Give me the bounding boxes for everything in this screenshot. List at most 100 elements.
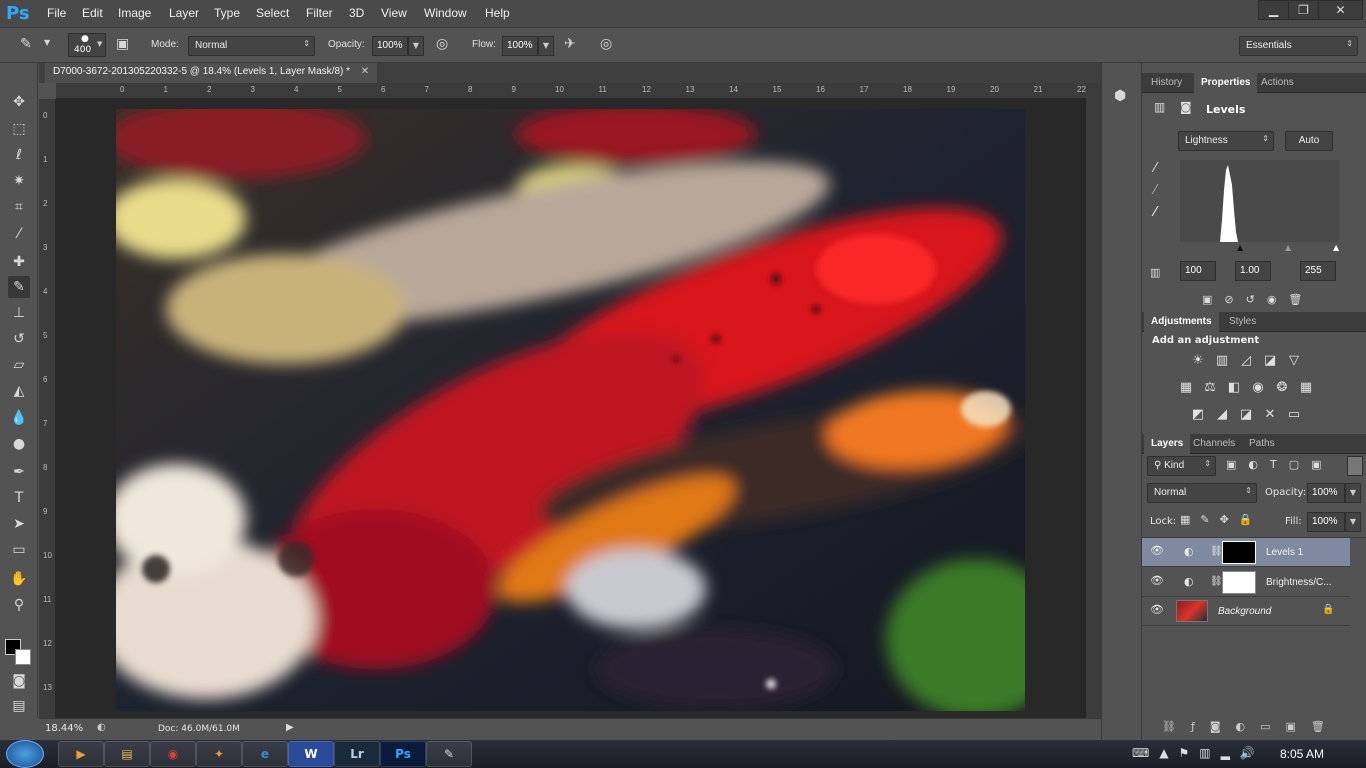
pressure-opacity-icon[interactable]: ◎ — [436, 36, 448, 52]
zoom-tool-icon[interactable]: ⚲ — [8, 594, 30, 616]
crop-tool-icon[interactable]: ⌗ — [8, 196, 30, 218]
game-app-icon[interactable]: ✦ — [196, 741, 242, 767]
menu-select[interactable]: Select — [256, 6, 289, 20]
photoshop-app-icon[interactable]: Ps — [380, 741, 426, 767]
layer-kind-filter[interactable]: ⚲ Kind ⇕ — [1147, 456, 1216, 476]
type-tool-icon[interactable]: T — [8, 487, 30, 509]
dodge-tool-icon[interactable]: ● — [8, 433, 30, 455]
exposure-icon[interactable]: ◪ — [1260, 352, 1280, 370]
layer-row-levels[interactable]: 👁 ◐ ⛓ Levels 1 — [1142, 538, 1350, 567]
eyedropper-tool-icon[interactable]: ⁄ — [8, 223, 30, 245]
system-tray-icons[interactable]: ⌨▲⚑▥▂🔊 — [1132, 746, 1265, 760]
history-brush-tool-icon[interactable]: ↺ — [8, 328, 30, 350]
layer-mask-icon[interactable]: ◙ — [1180, 100, 1192, 114]
input-white-field[interactable]: 255 — [1300, 261, 1336, 281]
layer-blend-mode-select[interactable]: Normal ⇕ — [1147, 483, 1257, 503]
mode-select[interactable]: Normal ⇕ — [188, 36, 315, 56]
healing-brush-tool-icon[interactable]: ✚ — [8, 251, 30, 273]
internet-explorer-icon[interactable]: e — [242, 741, 288, 767]
layer-name[interactable]: Brightness/C... — [1266, 577, 1332, 588]
threshold-icon[interactable]: ◪ — [1236, 406, 1256, 424]
blur-tool-icon[interactable]: 💧 — [8, 407, 30, 429]
paint-app-icon[interactable]: ✎ — [426, 741, 472, 767]
layer-opacity-dropdown[interactable]: ▼ — [1345, 483, 1361, 503]
screen-mode-icon[interactable]: ▤ — [8, 695, 30, 717]
koi-fish-photo[interactable] — [116, 109, 1025, 711]
black-white-icon[interactable]: ◧ — [1224, 379, 1244, 397]
tab-layers[interactable]: Layers — [1144, 434, 1191, 454]
lasso-tool-icon[interactable]: ℓ — [8, 144, 30, 166]
layer-mask-thumbnail[interactable] — [1222, 541, 1256, 564]
menu-file[interactable]: File — [47, 6, 66, 20]
layers-footer-icons[interactable]: ⛓ƒ◙◐▭▣🗑 — [1162, 720, 1340, 733]
layer-opacity-input[interactable]: 100% — [1307, 483, 1345, 503]
color-lookup-icon[interactable]: ▦ — [1296, 379, 1316, 397]
brush-preset-picker[interactable]: ● 400 ▼ — [68, 33, 106, 57]
brush-tool-icon[interactable]: ✎ — [8, 276, 30, 298]
menu-type[interactable]: Type — [214, 6, 240, 20]
menu-help[interactable]: Help — [485, 6, 510, 20]
layer-thumbnail[interactable] — [1176, 600, 1208, 622]
layer-mask-thumbnail[interactable] — [1222, 571, 1256, 594]
media-player-icon[interactable]: ▶ — [58, 741, 104, 767]
status-info-icon[interactable]: ◐ — [97, 722, 106, 733]
color-balance-icon[interactable]: ⚖ — [1200, 379, 1220, 397]
gamma-slider[interactable]: ▲ — [1285, 243, 1291, 252]
menu-window[interactable]: Window — [424, 6, 467, 20]
pressure-size-icon[interactable]: ◎ — [600, 36, 612, 52]
magic-wand-tool-icon[interactable]: ✷ — [8, 170, 30, 192]
menu-edit[interactable]: Edit — [82, 6, 103, 20]
vertical-scrollbar[interactable] — [1086, 83, 1101, 718]
move-tool-icon[interactable]: ✥ — [8, 91, 30, 113]
photo-filter-icon[interactable]: ◉ — [1248, 379, 1268, 397]
gray-eyedropper-icon[interactable]: ⁄ — [1154, 183, 1156, 198]
white-eyedropper-icon[interactable]: ⁄ — [1154, 205, 1156, 220]
start-button[interactable] — [6, 740, 44, 768]
menu-layer[interactable]: Layer — [169, 6, 199, 20]
paint-bucket-tool-icon[interactable]: ◭ — [8, 380, 30, 402]
input-gamma-field[interactable]: 1.00 — [1235, 261, 1271, 281]
brush-panel-icon[interactable]: ▣ — [116, 36, 129, 52]
menu-3d[interactable]: 3D — [349, 6, 364, 20]
black-point-slider[interactable]: ▲ — [1237, 243, 1243, 252]
quick-mask-icon[interactable]: ◙ — [8, 670, 30, 692]
filter-toggle[interactable] — [1347, 456, 1363, 476]
chrome-icon[interactable]: ◉ — [150, 741, 196, 767]
selective-color-icon[interactable]: ✕ — [1260, 406, 1280, 424]
input-black-field[interactable]: 100 — [1180, 261, 1216, 281]
clock[interactable]: 8:05 AM — [1280, 747, 1324, 761]
lightroom-app-icon[interactable]: Lr — [334, 741, 380, 767]
link-icon[interactable]: ⛓ — [1210, 576, 1223, 587]
airbrush-icon[interactable]: ✈ — [564, 36, 576, 52]
tab-history[interactable]: History — [1144, 73, 1189, 93]
brightness-contrast-icon[interactable]: ☀ — [1188, 352, 1208, 370]
document-tab[interactable]: D7000-3672-201305220332-5 @ 18.4% (Level… — [45, 63, 378, 83]
3d-cube-icon[interactable]: ⬢ — [1114, 88, 1126, 104]
layer-row-background[interactable]: 👁 Background 🔒 — [1142, 597, 1350, 626]
eraser-tool-icon[interactable]: ▱ — [8, 354, 30, 376]
hand-tool-icon[interactable]: ✋ — [8, 568, 30, 590]
chevron-down-icon[interactable]: ▼ — [44, 38, 50, 47]
minimize-button[interactable]: ▁ — [1258, 0, 1289, 20]
file-explorer-icon[interactable]: ▤ — [104, 741, 150, 767]
curves-icon[interactable]: ◿ — [1236, 352, 1256, 370]
tab-adjustments[interactable]: Adjustments — [1144, 312, 1219, 332]
layer-filter-icons[interactable]: ▣◐T▢▣ — [1226, 458, 1334, 471]
rectangle-tool-icon[interactable]: ▭ — [8, 539, 30, 561]
menu-filter[interactable]: Filter — [306, 6, 333, 20]
black-eyedropper-icon[interactable]: ⁄ — [1154, 161, 1156, 176]
path-selection-tool-icon[interactable]: ➤ — [8, 513, 30, 535]
fill-input[interactable]: 100% — [1307, 512, 1345, 532]
opacity-input[interactable]: 100% — [372, 36, 408, 56]
vibrance-icon[interactable]: ▽ — [1284, 352, 1304, 370]
tab-properties[interactable]: Properties — [1194, 73, 1258, 93]
zoom-level[interactable]: 18.44% — [45, 723, 83, 734]
visibility-eye-icon[interactable]: 👁 — [1150, 544, 1164, 557]
visibility-eye-icon[interactable]: 👁 — [1150, 574, 1164, 587]
posterize-icon[interactable]: ◢ — [1212, 406, 1232, 424]
link-icon[interactable]: ⛓ — [1210, 546, 1223, 557]
opacity-dropdown-button[interactable]: ▼ — [408, 36, 424, 56]
properties-footer-icons[interactable]: ▣⊘↺◉🗑 — [1202, 293, 1314, 306]
word-app-icon[interactable]: W — [288, 741, 334, 767]
layer-row-brightness[interactable]: 👁 ◐ ⛓ Brightness/C... — [1142, 568, 1350, 597]
